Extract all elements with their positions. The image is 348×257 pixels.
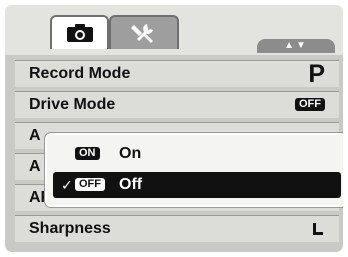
menu-row-record-mode[interactable]: Record Mode P [15, 60, 339, 87]
menu-row-label: Record Mode [29, 65, 131, 82]
menu-row-drive-mode[interactable]: Drive Mode OFF [15, 91, 339, 118]
camera-menu-screen: ▲▼ Record Mode P Drive Mode OFF A A AF L… [5, 5, 343, 252]
tab-setup[interactable] [109, 15, 179, 49]
menu-header: ▲▼ [5, 5, 343, 55]
wrench-screwdriver-icon [131, 24, 153, 43]
camera-icon [66, 24, 93, 42]
on-badge: ON [75, 147, 100, 160]
menu-row-label: Sharpness [29, 220, 111, 237]
menu-row-label: A [29, 158, 41, 175]
menu-row-label: Drive Mode [29, 96, 116, 113]
menu-row-sharpness[interactable]: Sharpness [15, 215, 339, 242]
option-label: Off [119, 176, 143, 193]
tab-camera[interactable] [50, 15, 109, 49]
option-on[interactable]: ON On [53, 141, 341, 167]
checkmark-icon: ✓ [61, 177, 73, 193]
menu-row-label: A [29, 127, 41, 144]
option-off[interactable]: ✓ OFF Off [53, 172, 341, 198]
status-badge: OFF [295, 98, 325, 112]
option-popup: ON On ✓ OFF Off [45, 133, 343, 207]
sharpness-icon [311, 216, 325, 242]
scroll-indicator[interactable]: ▲▼ [257, 39, 335, 53]
off-badge: OFF [75, 178, 105, 191]
menu-row-value: OFF [295, 92, 325, 118]
option-label: On [119, 145, 142, 162]
menu-row-value: P [308, 60, 325, 88]
